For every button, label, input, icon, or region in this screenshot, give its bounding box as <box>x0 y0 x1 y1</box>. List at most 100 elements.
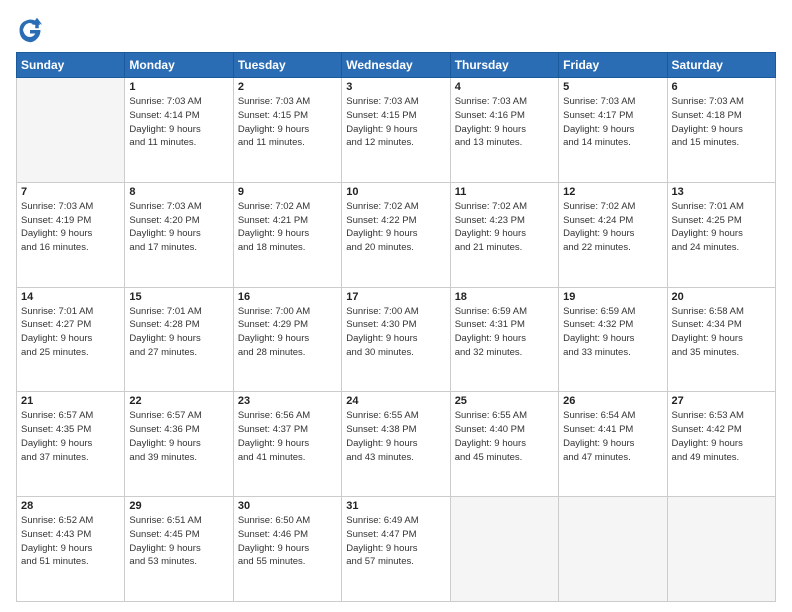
calendar-cell: 3 Sunrise: 7:03 AMSunset: 4:15 PMDaylight… <box>342 78 450 183</box>
day-info: Sunrise: 7:03 AMSunset: 4:14 PMDaylight:… <box>129 95 228 150</box>
calendar-cell: 20 Sunrise: 6:58 AMSunset: 4:34 PMDayligh… <box>667 287 775 392</box>
day-info: Sunrise: 7:00 AMSunset: 4:29 PMDaylight:… <box>238 305 337 360</box>
day-number: 28 <box>21 500 120 512</box>
calendar-cell: 23Sunrise: 6:56 AMSunset: 4:37 PMDayligh… <box>233 392 341 497</box>
day-number: 18 <box>455 291 554 303</box>
calendar-cell <box>559 497 667 602</box>
calendar-cell: 16 Sunrise: 7:00 AMSunset: 4:29 PMDayligh… <box>233 287 341 392</box>
calendar-cell: 11 Sunrise: 7:02 AMSunset: 4:23 PMDayligh… <box>450 182 558 287</box>
day-number: 6 <box>672 81 771 93</box>
calendar-header-friday: Friday <box>559 53 667 78</box>
header <box>16 16 776 44</box>
day-number: 1 <box>129 81 228 93</box>
calendar-cell: 12Sunrise: 7:02 AMSunset: 4:24 PMDayligh… <box>559 182 667 287</box>
day-number: 15 <box>129 291 228 303</box>
day-info: Sunrise: 7:03 AMSunset: 4:18 PMDaylight:… <box>672 95 771 150</box>
day-info: Sunrise: 6:59 AMSunset: 4:31 PMDaylight:… <box>455 305 554 360</box>
calendar-cell: 26Sunrise: 6:54 AMSunset: 4:41 PMDayligh… <box>559 392 667 497</box>
day-number: 7 <box>21 186 120 198</box>
calendar-cell: 15 Sunrise: 7:01 AMSunset: 4:28 PMDayligh… <box>125 287 233 392</box>
calendar-cell <box>450 497 558 602</box>
day-info: Sunrise: 7:02 AMSunset: 4:22 PMDaylight:… <box>346 200 445 255</box>
day-number: 25 <box>455 395 554 407</box>
day-number: 17 <box>346 291 445 303</box>
calendar-cell: 27 Sunrise: 6:53 AMSunset: 4:42 PMDayligh… <box>667 392 775 497</box>
calendar-cell: 17 Sunrise: 7:00 AMSunset: 4:30 PMDayligh… <box>342 287 450 392</box>
day-number: 19 <box>563 291 662 303</box>
day-info: Sunrise: 7:00 AMSunset: 4:30 PMDaylight:… <box>346 305 445 360</box>
day-number: 27 <box>672 395 771 407</box>
calendar-week-row: 1 Sunrise: 7:03 AMSunset: 4:14 PMDaylight… <box>17 78 776 183</box>
day-info: Sunrise: 7:02 AMSunset: 4:21 PMDaylight:… <box>238 200 337 255</box>
calendar-cell: 7 Sunrise: 7:03 AMSunset: 4:19 PMDaylight… <box>17 182 125 287</box>
calendar-header-sunday: Sunday <box>17 53 125 78</box>
calendar-cell: 5 Sunrise: 7:03 AMSunset: 4:17 PMDaylight… <box>559 78 667 183</box>
day-info: Sunrise: 7:02 AMSunset: 4:24 PMDaylight:… <box>563 200 662 255</box>
calendar-cell: 29 Sunrise: 6:51 AMSunset: 4:45 PMDayligh… <box>125 497 233 602</box>
day-info: Sunrise: 6:55 AMSunset: 4:38 PMDaylight:… <box>346 409 445 464</box>
calendar-cell: 13Sunrise: 7:01 AMSunset: 4:25 PMDayligh… <box>667 182 775 287</box>
day-number: 9 <box>238 186 337 198</box>
day-number: 11 <box>455 186 554 198</box>
day-info: Sunrise: 6:53 AMSunset: 4:42 PMDaylight:… <box>672 409 771 464</box>
day-info: Sunrise: 6:49 AMSunset: 4:47 PMDaylight:… <box>346 514 445 569</box>
calendar-week-row: 14Sunrise: 7:01 AMSunset: 4:27 PMDayligh… <box>17 287 776 392</box>
day-info: Sunrise: 6:51 AMSunset: 4:45 PMDaylight:… <box>129 514 228 569</box>
day-number: 8 <box>129 186 228 198</box>
day-info: Sunrise: 7:03 AMSunset: 4:17 PMDaylight:… <box>563 95 662 150</box>
day-info: Sunrise: 6:57 AMSunset: 4:35 PMDaylight:… <box>21 409 120 464</box>
calendar-header-row: SundayMondayTuesdayWednesdayThursdayFrid… <box>17 53 776 78</box>
page: SundayMondayTuesdayWednesdayThursdayFrid… <box>0 0 792 612</box>
calendar-cell: 1 Sunrise: 7:03 AMSunset: 4:14 PMDaylight… <box>125 78 233 183</box>
calendar-cell: 31 Sunrise: 6:49 AMSunset: 4:47 PMDayligh… <box>342 497 450 602</box>
calendar-cell: 24 Sunrise: 6:55 AMSunset: 4:38 PMDayligh… <box>342 392 450 497</box>
day-info: Sunrise: 7:03 AMSunset: 4:19 PMDaylight:… <box>21 200 120 255</box>
day-info: Sunrise: 6:52 AMSunset: 4:43 PMDaylight:… <box>21 514 120 569</box>
calendar-cell <box>17 78 125 183</box>
day-number: 5 <box>563 81 662 93</box>
day-info: Sunrise: 6:55 AMSunset: 4:40 PMDaylight:… <box>455 409 554 464</box>
day-info: Sunrise: 6:54 AMSunset: 4:41 PMDaylight:… <box>563 409 662 464</box>
calendar-cell: 30Sunrise: 6:50 AMSunset: 4:46 PMDayligh… <box>233 497 341 602</box>
calendar-cell: 6 Sunrise: 7:03 AMSunset: 4:18 PMDaylight… <box>667 78 775 183</box>
calendar-week-row: 21 Sunrise: 6:57 AMSunset: 4:35 PMDayligh… <box>17 392 776 497</box>
calendar-header-tuesday: Tuesday <box>233 53 341 78</box>
day-info: Sunrise: 6:57 AMSunset: 4:36 PMDaylight:… <box>129 409 228 464</box>
calendar-cell: 10 Sunrise: 7:02 AMSunset: 4:22 PMDayligh… <box>342 182 450 287</box>
day-number: 3 <box>346 81 445 93</box>
day-info: Sunrise: 7:03 AMSunset: 4:20 PMDaylight:… <box>129 200 228 255</box>
day-number: 29 <box>129 500 228 512</box>
calendar-cell: 8 Sunrise: 7:03 AMSunset: 4:20 PMDaylight… <box>125 182 233 287</box>
day-info: Sunrise: 6:58 AMSunset: 4:34 PMDaylight:… <box>672 305 771 360</box>
day-info: Sunrise: 7:03 AMSunset: 4:15 PMDaylight:… <box>346 95 445 150</box>
day-number: 10 <box>346 186 445 198</box>
day-number: 22 <box>129 395 228 407</box>
calendar: SundayMondayTuesdayWednesdayThursdayFrid… <box>16 52 776 602</box>
day-info: Sunrise: 7:02 AMSunset: 4:23 PMDaylight:… <box>455 200 554 255</box>
calendar-cell: 19 Sunrise: 6:59 AMSunset: 4:32 PMDayligh… <box>559 287 667 392</box>
day-number: 4 <box>455 81 554 93</box>
calendar-cell: 28 Sunrise: 6:52 AMSunset: 4:43 PMDayligh… <box>17 497 125 602</box>
day-info: Sunrise: 7:03 AMSunset: 4:16 PMDaylight:… <box>455 95 554 150</box>
day-number: 13 <box>672 186 771 198</box>
day-number: 31 <box>346 500 445 512</box>
calendar-cell: 21 Sunrise: 6:57 AMSunset: 4:35 PMDayligh… <box>17 392 125 497</box>
calendar-cell: 18 Sunrise: 6:59 AMSunset: 4:31 PMDayligh… <box>450 287 558 392</box>
calendar-cell <box>667 497 775 602</box>
day-info: Sunrise: 7:01 AMSunset: 4:28 PMDaylight:… <box>129 305 228 360</box>
calendar-cell: 4 Sunrise: 7:03 AMSunset: 4:16 PMDaylight… <box>450 78 558 183</box>
calendar-week-row: 28 Sunrise: 6:52 AMSunset: 4:43 PMDayligh… <box>17 497 776 602</box>
day-number: 20 <box>672 291 771 303</box>
day-info: Sunrise: 6:59 AMSunset: 4:32 PMDaylight:… <box>563 305 662 360</box>
day-number: 30 <box>238 500 337 512</box>
day-info: Sunrise: 6:56 AMSunset: 4:37 PMDaylight:… <box>238 409 337 464</box>
day-number: 16 <box>238 291 337 303</box>
day-number: 24 <box>346 395 445 407</box>
calendar-header-saturday: Saturday <box>667 53 775 78</box>
calendar-header-monday: Monday <box>125 53 233 78</box>
logo <box>16 16 48 44</box>
day-number: 21 <box>21 395 120 407</box>
day-number: 2 <box>238 81 337 93</box>
day-info: Sunrise: 7:01 AMSunset: 4:27 PMDaylight:… <box>21 305 120 360</box>
calendar-cell: 2Sunrise: 7:03 AMSunset: 4:15 PMDaylight… <box>233 78 341 183</box>
